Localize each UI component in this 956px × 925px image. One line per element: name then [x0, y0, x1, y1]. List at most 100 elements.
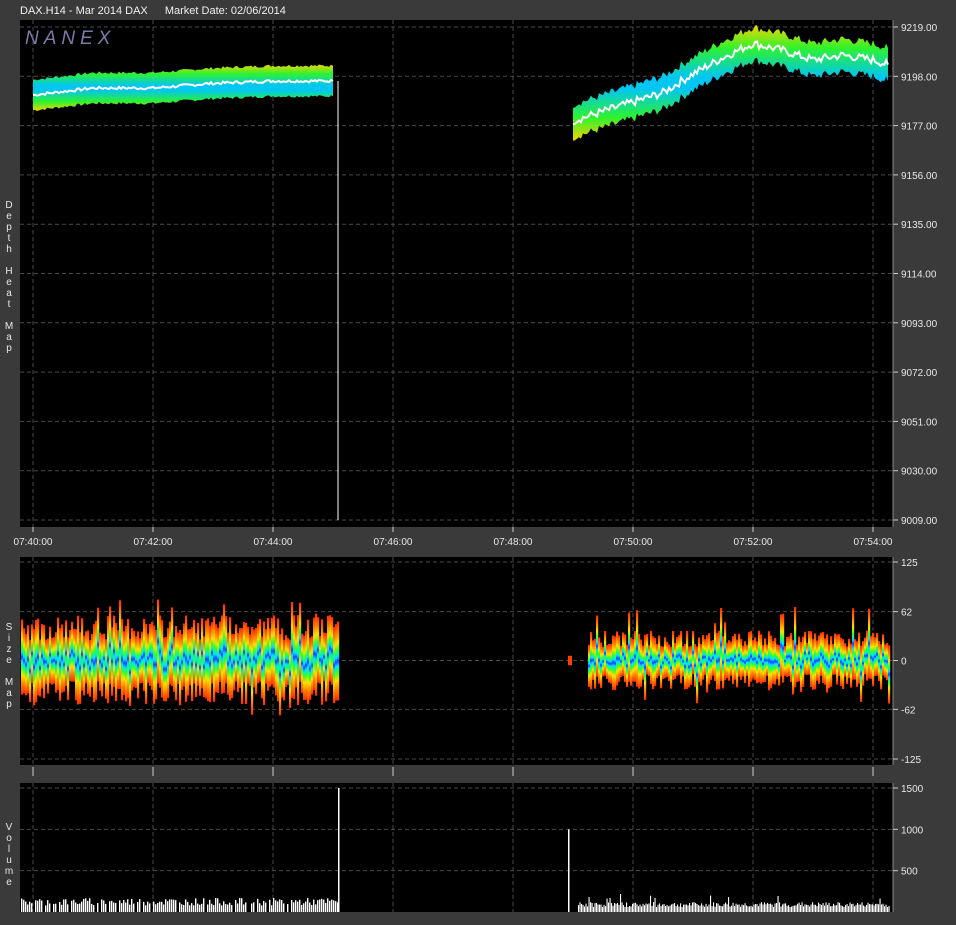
size-bar: [337, 621, 340, 701]
volume-bar: [812, 902, 814, 912]
volume-bar: [215, 897, 217, 912]
volume-bar: [579, 902, 581, 912]
depth-xtick-label: 07:54:00: [854, 537, 893, 548]
volume-bar: [821, 905, 823, 912]
volume-bar: [281, 900, 283, 912]
size-bar: [736, 639, 739, 688]
size-bar: [800, 641, 803, 692]
size-bar: [656, 643, 659, 679]
volume-bar: [231, 904, 233, 912]
size-bar: [203, 636, 206, 698]
size-bar: [680, 631, 683, 684]
size-bar: [153, 625, 156, 704]
volume-bar: [731, 905, 733, 912]
size-bar: [868, 608, 871, 679]
volume-bar: [313, 899, 315, 912]
volume-bar: [804, 904, 806, 912]
volume-bar: [165, 899, 167, 912]
volume-bar: [275, 900, 277, 912]
volume-bar: [161, 901, 163, 912]
volume-spike: [568, 829, 570, 912]
volume-bar: [651, 905, 653, 912]
size-bar: [291, 601, 294, 698]
size-bar: [834, 633, 837, 675]
volume-bar: [738, 904, 740, 912]
volume-bar: [597, 904, 599, 912]
size-bar: [139, 638, 142, 684]
volume-bar: [866, 905, 868, 912]
size-bar: [271, 617, 274, 685]
volume-bar: [800, 905, 802, 912]
volume-bar: [662, 904, 664, 912]
volume-bar: [719, 905, 721, 912]
size-bar: [103, 633, 106, 684]
size-bar: [101, 634, 104, 697]
volume-bar: [819, 904, 821, 912]
volume-bar: [825, 902, 827, 912]
volume-bar: [668, 906, 670, 912]
depth-xtick-label: 07:52:00: [734, 537, 773, 548]
volume-bar: [860, 904, 862, 912]
volume-bar: [779, 902, 781, 912]
size-bar: [602, 646, 605, 677]
size-bar: [23, 628, 26, 694]
volume-bar: [219, 903, 221, 912]
volume-bar: [257, 898, 259, 912]
size-bar: [650, 630, 653, 685]
size-bar: [121, 619, 124, 701]
size-bar: [676, 637, 679, 676]
size-bar: [275, 627, 278, 696]
volume-bar: [617, 902, 619, 912]
size-bar: [822, 632, 825, 684]
volume-bar: [845, 905, 847, 912]
volume-bar: [764, 902, 766, 912]
size-bar: [179, 629, 182, 706]
depth-xtick-label: 07:50:00: [614, 537, 653, 548]
size-bar: [668, 644, 671, 682]
size-bar: [772, 640, 775, 684]
size-bar: [658, 635, 661, 676]
volume-bar: [620, 893, 622, 912]
size-bar: [21, 619, 24, 695]
size-bar: [760, 634, 763, 684]
size-bar: [646, 633, 649, 675]
size-bar: [327, 615, 330, 694]
volume-bar: [49, 903, 51, 912]
volume-bar: [311, 904, 313, 912]
volume-bar: [842, 906, 844, 912]
volume-bar: [195, 898, 197, 912]
volume-bar: [599, 904, 601, 912]
size-bar: [159, 615, 162, 688]
size-bar: [704, 638, 707, 676]
size-bar: [39, 639, 42, 697]
volume-bar: [684, 904, 686, 912]
volume-bar: [827, 904, 829, 912]
volume-bar: [25, 901, 27, 912]
volume-bar: [243, 904, 245, 912]
volume-bar: [632, 903, 634, 912]
volume-bar: [587, 906, 589, 912]
volume-bar: [65, 899, 67, 912]
size-bar: [287, 638, 290, 685]
size-bar: [670, 646, 673, 689]
volume-bar: [680, 903, 682, 912]
size-bar: [624, 634, 627, 683]
volume-bar: [648, 903, 650, 912]
size-bar: [824, 638, 827, 685]
volume-bar: [660, 905, 662, 912]
volume-bar: [767, 902, 769, 912]
volume-bar: [647, 904, 649, 912]
volume-bar: [223, 901, 225, 912]
size-bar: [640, 639, 643, 687]
size-bar: [730, 641, 733, 676]
size-bar: [674, 642, 677, 679]
size-bar: [217, 627, 220, 693]
volume-bar: [623, 905, 625, 912]
volume-bar: [875, 903, 877, 912]
depth-ytick-label: 9135.00: [901, 220, 938, 231]
volume-bar: [641, 906, 643, 912]
size-bar: [778, 644, 781, 686]
size-bar: [205, 620, 208, 699]
volume-bar: [47, 900, 49, 912]
size-bar: [87, 630, 90, 695]
